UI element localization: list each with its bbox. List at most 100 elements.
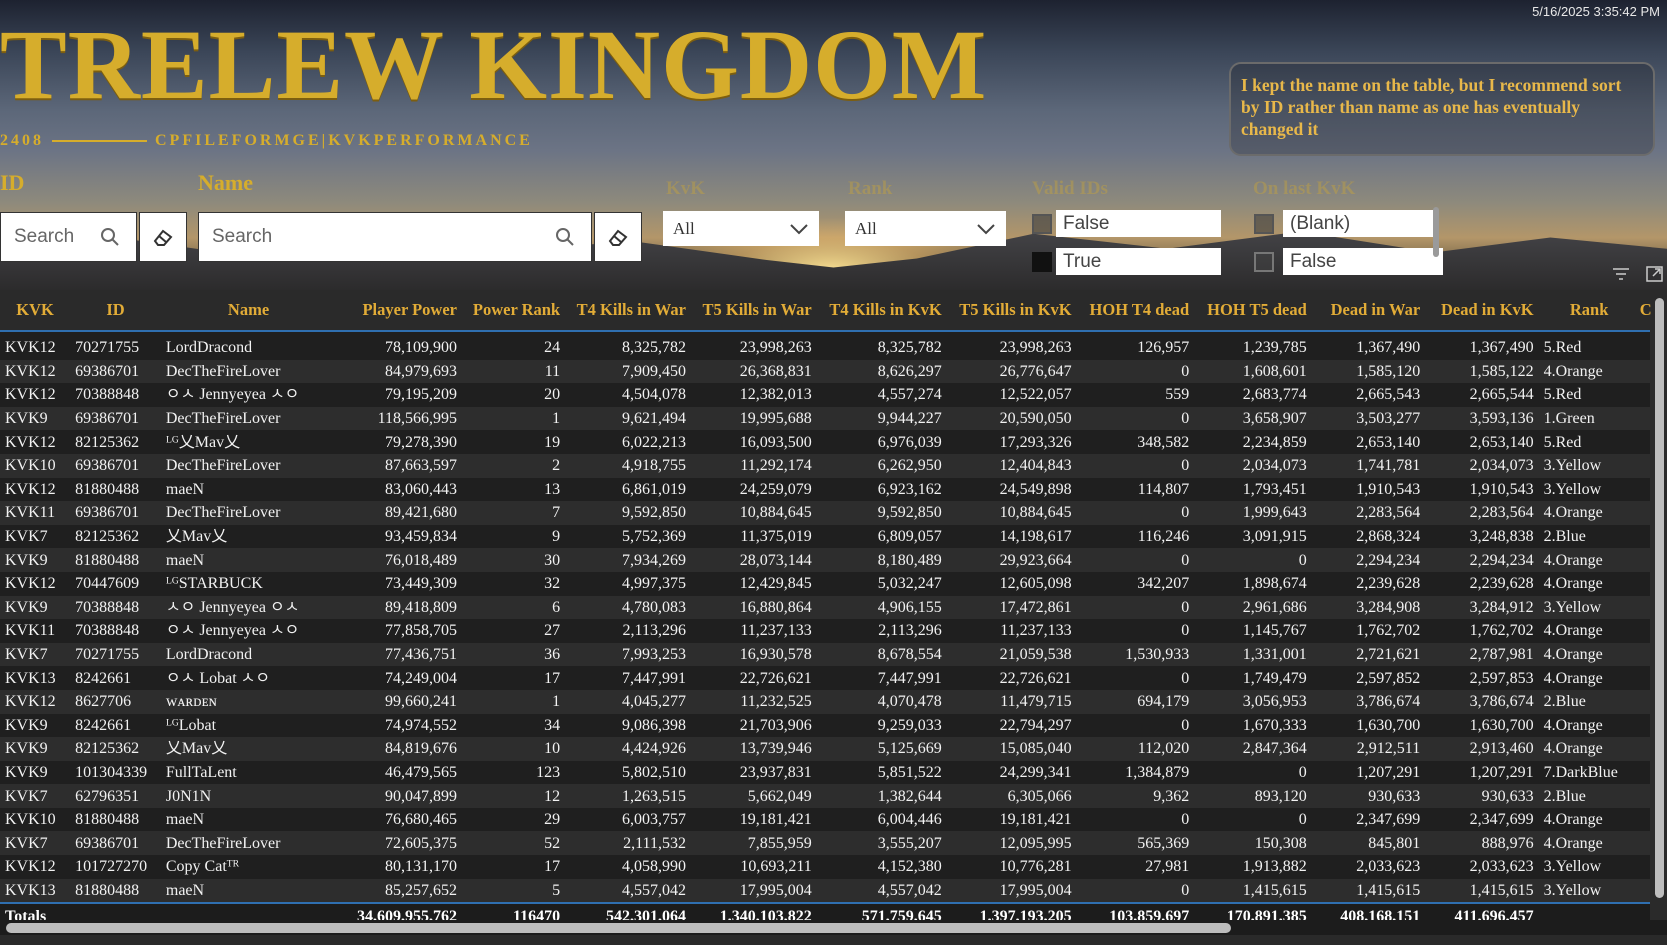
table-row[interactable]: KVK12 69386701 DecTheFireLover 84,979,693 11… [0, 359, 1650, 384]
table-row[interactable]: KVK9 70388848 ㅅㅇ Jennyeyea ㅇㅅ 89,418,809 6 4,… [0, 595, 1650, 620]
table-cell: 1,263,515 [565, 784, 691, 808]
table-row[interactable]: KVK9 8242661 ᴸᴳLobat 74,974,552 34 9,086,398 2… [0, 713, 1650, 738]
table-cell-pad [1639, 831, 1650, 856]
table-cell: DecTheFireLover [160, 406, 337, 431]
name-clear-button[interactable] [594, 212, 642, 262]
table-cell: 694,179 [1076, 689, 1195, 714]
table-cell: 16,930,578 [690, 642, 817, 667]
kvk-dropdown[interactable]: All [663, 211, 819, 246]
table-row[interactable]: KVK9 81880488 maeN 76,018,489 30 7,934,269 28,… [0, 548, 1650, 572]
on-last-kvk-false-checkbox[interactable] [1254, 252, 1274, 272]
id-clear-button[interactable] [139, 212, 187, 262]
subtitle-tagline: CPFILEFORMGE|KVKPERFORMANCE [155, 132, 533, 149]
table-cell: 6,022,213 [565, 430, 691, 454]
table-row[interactable]: KVK9 69386701 DecTheFireLover 118,566,995 1 9… [0, 406, 1650, 431]
table-row[interactable]: KVK11 69386701 DecTheFireLover 89,421,680 7 9… [0, 501, 1650, 525]
table-cell-pad [1639, 689, 1650, 714]
on-last-kvk-blank-checkbox[interactable] [1254, 214, 1274, 234]
table-cell: 9,592,850 [816, 501, 947, 525]
horizontal-scrollbar[interactable] [6, 923, 1231, 933]
col-header-id[interactable]: ID [70, 290, 161, 332]
table-cell: 1,415,615 [1425, 878, 1539, 904]
table-cell: ㅅㅇ Jennyeyea ㅇㅅ [160, 595, 337, 620]
col-header-overflow[interactable]: C [1639, 290, 1652, 332]
table-cell: maeN [160, 807, 337, 832]
table-cell: 16,880,864 [690, 595, 817, 620]
table-row[interactable]: KVK11 70388848 ㅇㅅ Jennyeyea ㅅㅇ 77,858,705 27… [0, 619, 1650, 643]
table-row[interactable]: KVK13 81880488 maeN 85,257,652 5 4,557,042 17,… [0, 878, 1650, 904]
table-cell: 2,294,234 [1425, 548, 1539, 572]
table-cell: 5,802,510 [565, 760, 691, 785]
table-cell: 2,653,140 [1311, 430, 1426, 454]
table-cell: 69386701 [70, 453, 161, 478]
filter-icon[interactable] [1611, 265, 1631, 283]
table-cell: KVK9 [0, 595, 71, 620]
col-header-hoh-t4-dead[interactable]: HOH T4 dead [1076, 290, 1195, 332]
table-row[interactable]: KVK7 69386701 DecTheFireLover 72,605,375 52 2… [0, 831, 1650, 856]
valid-ids-true-checkbox[interactable] [1032, 252, 1052, 272]
col-header-t4-kills-war[interactable]: T4 Kills in War [565, 290, 691, 332]
table-row[interactable]: KVK13 8242661 ㅇㅅ Lobat ㅅㅇ 74,249,004 17 7,447… [0, 666, 1650, 690]
table-cell: 4,070,478 [816, 689, 947, 714]
col-header-rank[interactable]: Rank [1538, 290, 1640, 332]
table-row[interactable]: KVK12 8627706 ᴡᴀʀᴅᴇɴ 99,660,241 1 4,045,277 11… [0, 689, 1650, 714]
table-cell-pad [1639, 383, 1650, 407]
valid-ids-true-label[interactable]: True [1056, 248, 1221, 275]
table-cell: 3,284,912 [1425, 595, 1539, 620]
table-cell: 2.Blue [1538, 524, 1640, 549]
table-row[interactable]: KVK12 70388848 ㅇㅅ Jennyeyea ㅅㅇ 79,195,209 20… [0, 383, 1650, 407]
table-cell: 7,993,253 [565, 642, 691, 667]
table-cell: 8,325,782 [565, 331, 691, 360]
info-note: I kept the name on the table, but I reco… [1229, 62, 1655, 156]
name-search-input[interactable] [199, 225, 553, 249]
col-header-name[interactable]: Name [160, 290, 337, 332]
table-cell: 11,237,133 [946, 619, 1077, 643]
col-header-kvk[interactable]: KVK [0, 290, 71, 332]
search-icon[interactable] [553, 225, 577, 249]
col-header-power-rank[interactable]: Power Rank [462, 290, 566, 332]
table-cell: KVK13 [0, 878, 71, 904]
table-row[interactable]: KVK10 69386701 DecTheFireLover 87,663,597 2 4… [0, 453, 1650, 478]
on-last-kvk-blank-label[interactable]: (Blank) [1283, 210, 1435, 237]
table-row[interactable]: KVK9 82125362 乂Mav乂 84,819,676 10 4,424,926 13… [0, 737, 1650, 761]
table-row[interactable]: KVK12 101727270 Copy Catᵀᴿ 80,131,170 17 4,05… [0, 855, 1650, 879]
table-row[interactable]: KVK7 70271755 LordDracond 77,436,751 36 7,993… [0, 642, 1650, 667]
rank-dropdown[interactable]: All [845, 211, 1006, 246]
table-row[interactable]: KVK12 70447609 ᴸᴳSTARBUCK 73,449,309 32 4,997… [0, 571, 1650, 596]
table-cell: DecTheFireLover [160, 359, 337, 384]
table-cell: 0 [1076, 406, 1195, 431]
table-cell: 2,239,628 [1311, 571, 1426, 596]
table-cell: 12,404,843 [946, 453, 1077, 478]
table-row[interactable]: KVK7 82125362 乂Mav乂 93,459,834 9 5,752,369 11,… [0, 524, 1650, 549]
col-header-dead-in-war[interactable]: Dead in War [1311, 290, 1426, 332]
vertical-scrollbar[interactable] [1655, 298, 1664, 898]
table-row[interactable]: KVK7 62796351 J0N1N 90,047,899 12 1,263,515 5,… [0, 784, 1650, 808]
table-cell: 3,555,207 [816, 831, 947, 856]
col-header-hoh-t5-dead[interactable]: HOH T5 dead [1194, 290, 1312, 332]
slicer-scrollbar[interactable] [1433, 207, 1439, 257]
col-header-t4-kills-kvk[interactable]: T4 Kills in KvK [816, 290, 947, 332]
table-cell: KVK10 [0, 453, 71, 478]
id-search-input[interactable] [1, 225, 98, 249]
table-row[interactable]: KVK12 82125362 ᴸᴳ乂Mav乂 79,278,390 19 6,022,21… [0, 430, 1650, 454]
valid-ids-false-checkbox[interactable] [1032, 214, 1052, 234]
table-cell: 1,530,933 [1076, 642, 1195, 667]
col-header-t5-kills-war[interactable]: T5 Kills in War [690, 290, 817, 332]
table-cell: 4,557,042 [816, 878, 947, 904]
col-header-player-power[interactable]: Player Power [336, 290, 462, 332]
table-row[interactable]: KVK12 70271755 LordDracond 78,109,900 24 8,32… [0, 331, 1650, 360]
search-icon[interactable] [98, 225, 122, 249]
col-header-dead-in-kvk[interactable]: Dead in KvK [1425, 290, 1539, 332]
col-header-t5-kills-kvk[interactable]: T5 Kills in KvK [946, 290, 1077, 332]
focus-mode-icon[interactable] [1645, 265, 1665, 283]
table-cell: 24,299,341 [946, 760, 1077, 785]
table-row[interactable]: KVK9 101304339 FullTaLent 46,479,565 123 5,80… [0, 760, 1650, 785]
table-row[interactable]: KVK12 81880488 maeN 83,060,443 13 6,861,019 24… [0, 477, 1650, 502]
table-row[interactable]: KVK10 81880488 maeN 76,680,465 29 6,003,757 19… [0, 807, 1650, 832]
table-cell: 81880488 [70, 807, 161, 832]
name-filter-label: Name [198, 170, 253, 195]
on-last-kvk-false-label[interactable]: False [1283, 248, 1443, 275]
table-cell: 85,257,652 [336, 878, 462, 904]
table-cell: 29 [462, 807, 566, 832]
valid-ids-false-label[interactable]: False [1056, 210, 1221, 237]
